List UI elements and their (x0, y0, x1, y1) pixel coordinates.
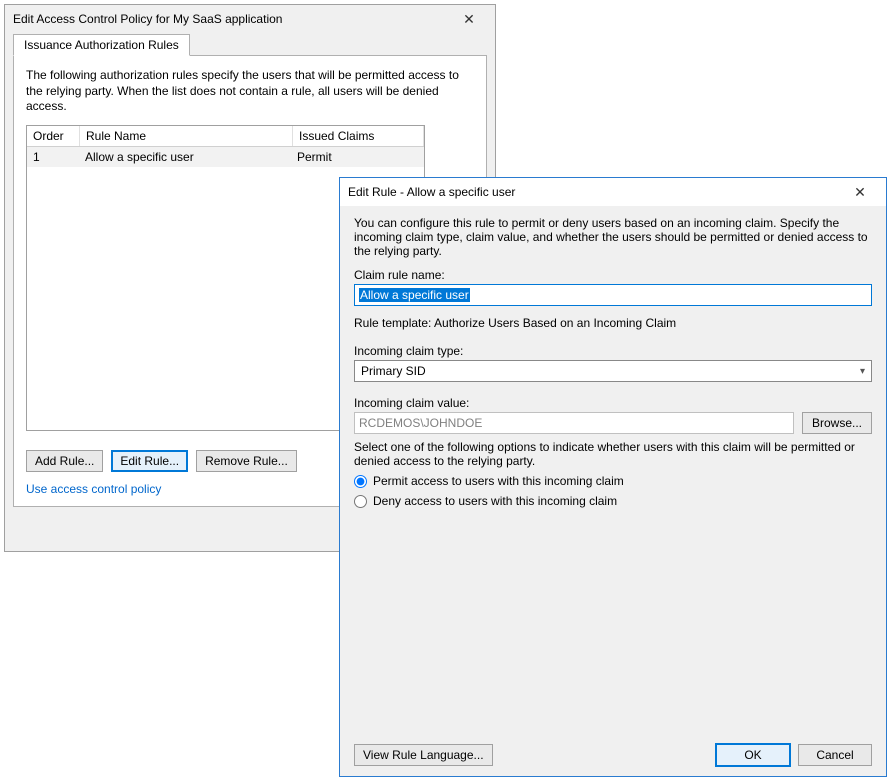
cancel-button[interactable]: Cancel (798, 744, 872, 766)
radio-permit-label: Permit access to users with this incomin… (373, 474, 624, 488)
cell-claims: Permit (291, 147, 424, 167)
incoming-claim-type-select[interactable]: Primary SID ▾ (354, 360, 872, 382)
window-title: Edit Rule - Allow a specific user (348, 185, 840, 199)
intro-text: You can configure this rule to permit or… (354, 216, 872, 258)
window-title: Edit Access Control Policy for My SaaS a… (13, 12, 449, 26)
close-icon[interactable]: ✕ (840, 180, 880, 204)
browse-button[interactable]: Browse... (802, 412, 872, 434)
radio-deny[interactable]: Deny access to users with this incoming … (354, 494, 872, 508)
claim-rule-name-value: Allow a specific user (359, 288, 470, 302)
intro-text: The following authorization rules specif… (26, 68, 474, 115)
radio-permit-input[interactable] (354, 475, 367, 488)
view-rule-language-button[interactable]: View Rule Language... (354, 744, 493, 766)
chevron-down-icon: ▾ (860, 366, 865, 377)
titlebar: Edit Access Control Policy for My SaaS a… (5, 5, 495, 33)
ok-button[interactable]: OK (716, 744, 790, 766)
radio-deny-input[interactable] (354, 495, 367, 508)
incoming-claim-type-label: Incoming claim type: (354, 344, 872, 358)
col-rule-name[interactable]: Rule Name (80, 126, 293, 146)
remove-rule-button[interactable]: Remove Rule... (196, 450, 297, 472)
table-row[interactable]: 1 Allow a specific user Permit (27, 147, 424, 167)
use-access-control-policy-link[interactable]: Use access control policy (26, 482, 161, 496)
add-rule-button[interactable]: Add Rule... (26, 450, 103, 472)
tab-issuance-authorization-rules[interactable]: Issuance Authorization Rules (13, 34, 190, 56)
options-intro: Select one of the following options to i… (354, 440, 872, 468)
incoming-claim-type-value: Primary SID (361, 364, 426, 378)
rule-template-text: Rule template: Authorize Users Based on … (354, 316, 872, 330)
radio-deny-label: Deny access to users with this incoming … (373, 494, 617, 508)
col-order[interactable]: Order (27, 126, 80, 146)
claim-rule-name-input[interactable]: Allow a specific user (354, 284, 872, 306)
cell-name: Allow a specific user (79, 147, 291, 167)
claim-rule-name-label: Claim rule name: (354, 268, 872, 282)
radio-permit[interactable]: Permit access to users with this incomin… (354, 474, 872, 488)
cell-order: 1 (27, 147, 79, 167)
table-header: Order Rule Name Issued Claims (27, 126, 424, 147)
col-issued-claims[interactable]: Issued Claims (293, 126, 424, 146)
incoming-claim-value-input[interactable] (354, 412, 794, 434)
close-icon[interactable]: ✕ (449, 7, 489, 31)
titlebar: Edit Rule - Allow a specific user ✕ (340, 178, 886, 206)
edit-rule-button[interactable]: Edit Rule... (111, 450, 188, 472)
incoming-claim-value-label: Incoming claim value: (354, 396, 872, 410)
edit-rule-window: Edit Rule - Allow a specific user ✕ You … (339, 177, 887, 777)
